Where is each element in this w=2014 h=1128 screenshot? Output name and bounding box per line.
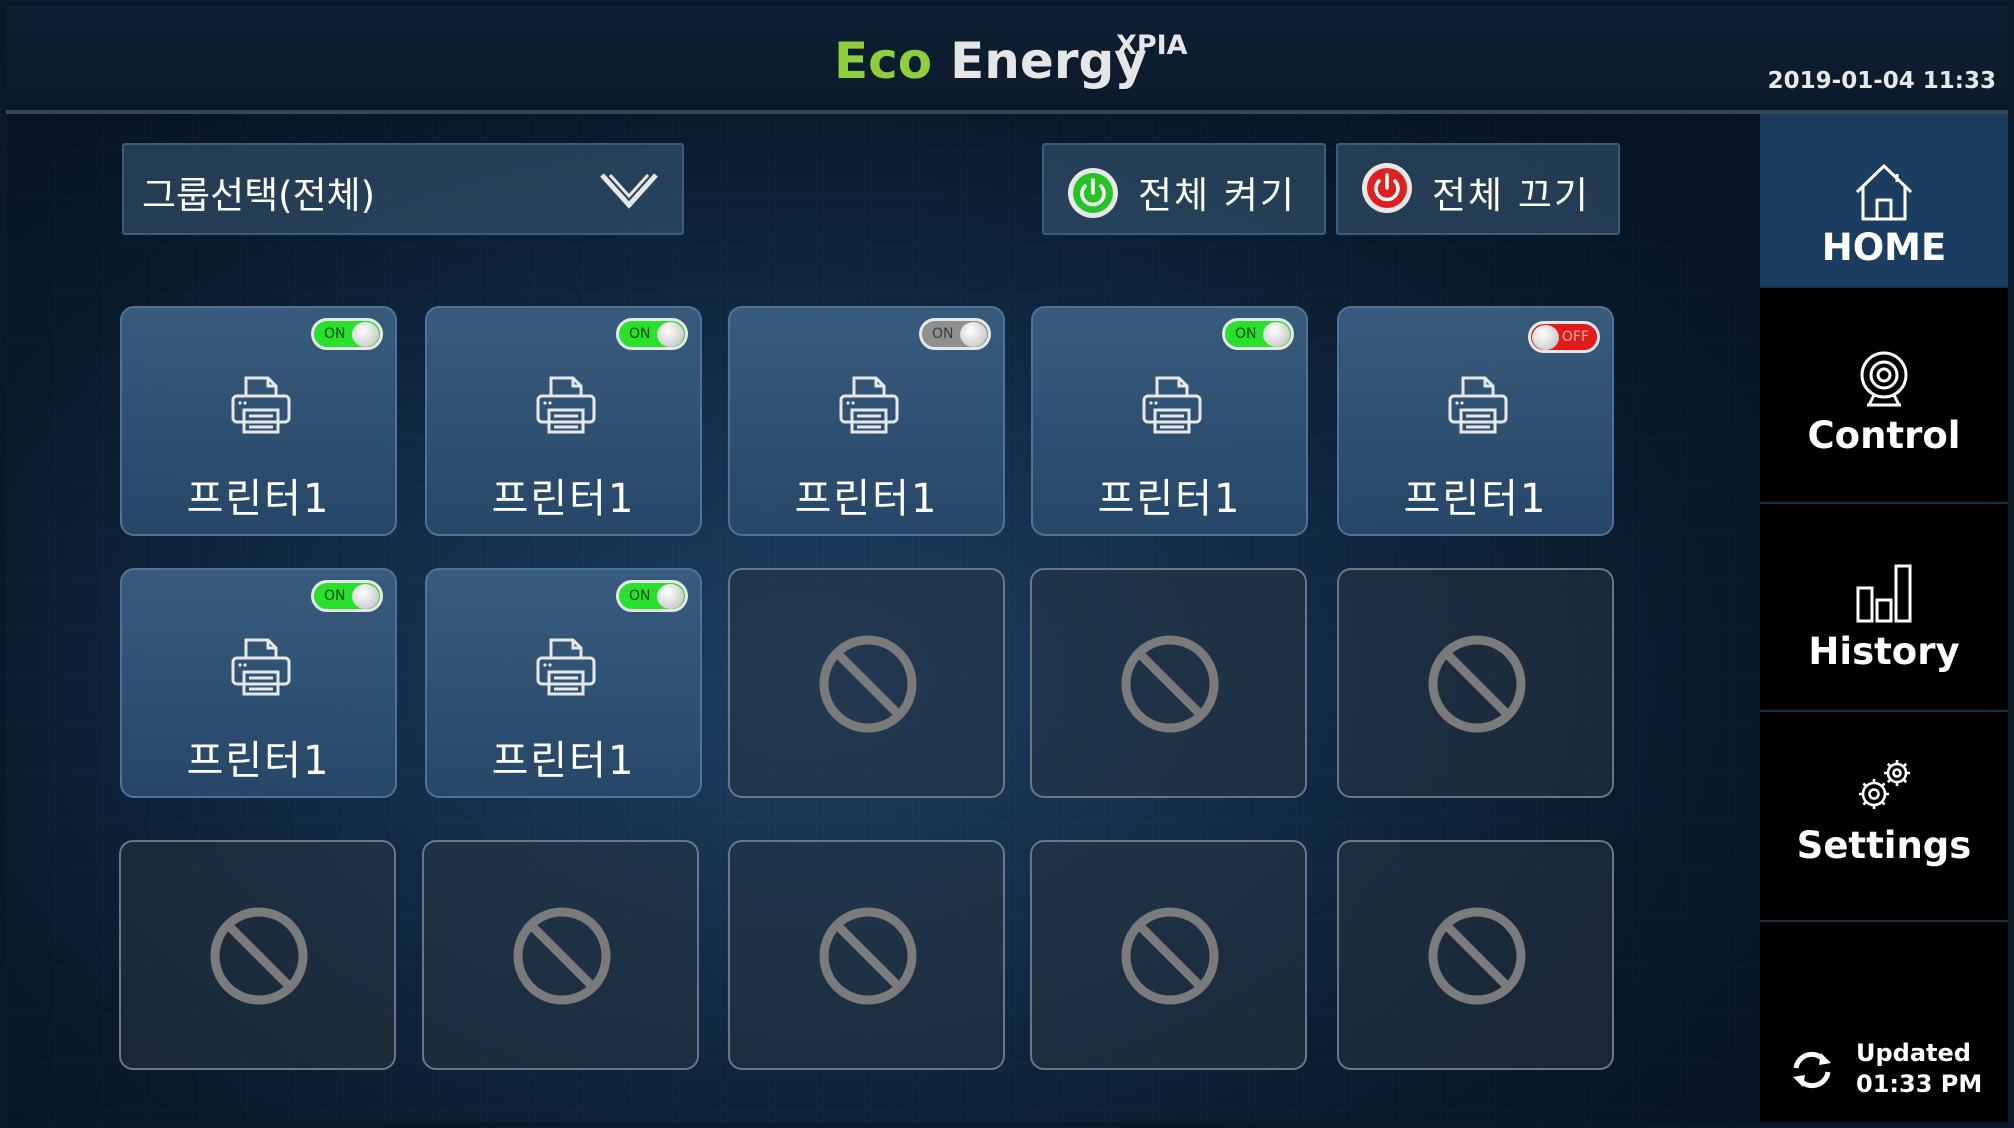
nav-label-home: HOME — [1821, 226, 1947, 269]
refresh-icon — [1793, 1051, 1831, 1089]
app-title-eco: Eco — [834, 32, 933, 90]
chevron-down-icon — [600, 173, 658, 209]
toggle-knob — [657, 322, 684, 347]
device-tile[interactable]: ON 프린터1 — [1031, 306, 1308, 536]
toggle-knob — [960, 322, 987, 347]
blocked-icon — [819, 635, 917, 733]
power-off-icon — [1362, 163, 1412, 213]
toggle-knob — [1263, 322, 1290, 347]
app-title-superscript: XPIA — [1116, 30, 1188, 61]
device-name: 프린터1 — [794, 476, 939, 522]
toggle-label: ON — [932, 326, 954, 342]
empty-slot — [1030, 840, 1307, 1070]
device-tile[interactable]: ON 프린터1 — [120, 568, 397, 798]
app-frame: Eco Energy XPIA 2019-01-04 11:33 그룹선택(전체)… — [0, 0, 2014, 1128]
device-toggle[interactable]: ON — [1222, 318, 1294, 350]
device-name: 프린터1 — [1403, 476, 1548, 522]
printer-icon — [839, 376, 899, 434]
nav-item-control[interactable]: Control — [1760, 288, 2008, 504]
empty-slot — [119, 840, 396, 1070]
all-on-label: 전체 켜기 — [1138, 174, 1296, 217]
sidebar-nav: HOME Control History Settings Updated 01… — [1760, 114, 2008, 1122]
toggle-label: OFF — [1561, 329, 1589, 345]
printer-icon — [1142, 376, 1202, 434]
empty-slot — [728, 568, 1005, 798]
updated-text: Updated 01:33 PM — [1856, 1038, 1982, 1100]
all-off-label: 전체 끄기 — [1432, 174, 1590, 217]
toggle-label: ON — [1235, 326, 1257, 342]
printer-icon — [1448, 376, 1508, 434]
nav-label-control: Control — [1807, 414, 1961, 457]
group-select-label: 그룹선택(전체) — [142, 174, 376, 217]
toggle-knob — [352, 322, 379, 347]
device-name: 프린터1 — [1097, 476, 1242, 522]
device-tile[interactable]: ON 프린터1 — [425, 306, 702, 536]
device-tile[interactable]: OFF 프린터1 — [1337, 306, 1614, 536]
empty-slot — [1337, 840, 1614, 1070]
toggle-label: ON — [324, 588, 346, 604]
toggle-knob — [657, 584, 684, 609]
device-toggle[interactable]: OFF — [1528, 321, 1600, 353]
device-name: 프린터1 — [186, 476, 331, 522]
empty-slot — [728, 840, 1005, 1070]
device-name: 프린터1 — [186, 738, 331, 784]
blocked-icon — [1428, 635, 1526, 733]
power-on-icon — [1068, 168, 1118, 218]
empty-slot — [1337, 568, 1614, 798]
header: Eco Energy XPIA 2019-01-04 11:33 — [6, 6, 2008, 114]
empty-slot — [422, 840, 699, 1070]
device-tile[interactable]: ON 프린터1 — [728, 306, 1005, 536]
toggle-label: ON — [324, 326, 346, 342]
device-toggle[interactable]: ON — [311, 580, 383, 612]
gears-icon — [1859, 760, 1910, 809]
printer-icon — [536, 376, 596, 434]
all-on-button[interactable]: 전체 켜기 — [1042, 143, 1326, 235]
datetime: 2019-01-04 11:33 — [1767, 68, 1996, 94]
printer-icon — [231, 638, 291, 696]
toggle-label: ON — [629, 326, 651, 342]
device-toggle[interactable]: ON — [919, 318, 991, 350]
printer-icon — [231, 376, 291, 434]
device-toggle[interactable]: ON — [311, 318, 383, 350]
bar-chart-icon — [1856, 564, 1912, 623]
webcam-icon — [1860, 351, 1908, 407]
device-toggle[interactable]: ON — [616, 580, 688, 612]
update-status[interactable]: Updated 01:33 PM — [1790, 1034, 2000, 1104]
printer-icon — [536, 638, 596, 696]
all-off-button[interactable]: 전체 끄기 — [1336, 143, 1620, 235]
nav-item-home[interactable]: HOME — [1760, 114, 2008, 288]
blocked-icon — [819, 907, 917, 1005]
device-toggle[interactable]: ON — [616, 318, 688, 350]
blocked-icon — [210, 907, 308, 1005]
updated-time: 01:33 PM — [1856, 1070, 1983, 1098]
toggle-knob — [352, 584, 379, 609]
nav-label-settings: Settings — [1796, 824, 1972, 867]
device-tile[interactable]: ON 프린터1 — [425, 568, 702, 798]
nav-label-history: History — [1808, 630, 1960, 673]
app-title: Eco Energy XPIA — [834, 30, 1188, 102]
blocked-icon — [1121, 907, 1219, 1005]
nav-item-settings[interactable]: Settings — [1760, 712, 2008, 922]
device-name: 프린터1 — [491, 476, 636, 522]
device-name: 프린터1 — [491, 738, 636, 784]
device-tile[interactable]: ON 프린터1 — [120, 306, 397, 536]
home-icon — [1855, 164, 1913, 221]
toggle-label: ON — [629, 588, 651, 604]
blocked-icon — [1121, 635, 1219, 733]
empty-slot — [1030, 568, 1307, 798]
group-select-dropdown[interactable]: 그룹선택(전체) — [122, 143, 684, 235]
blocked-icon — [1428, 907, 1526, 1005]
updated-label: Updated — [1856, 1039, 1971, 1067]
blocked-icon — [513, 907, 611, 1005]
toggle-knob — [1532, 325, 1559, 350]
nav-item-history[interactable]: History — [1760, 504, 2008, 712]
